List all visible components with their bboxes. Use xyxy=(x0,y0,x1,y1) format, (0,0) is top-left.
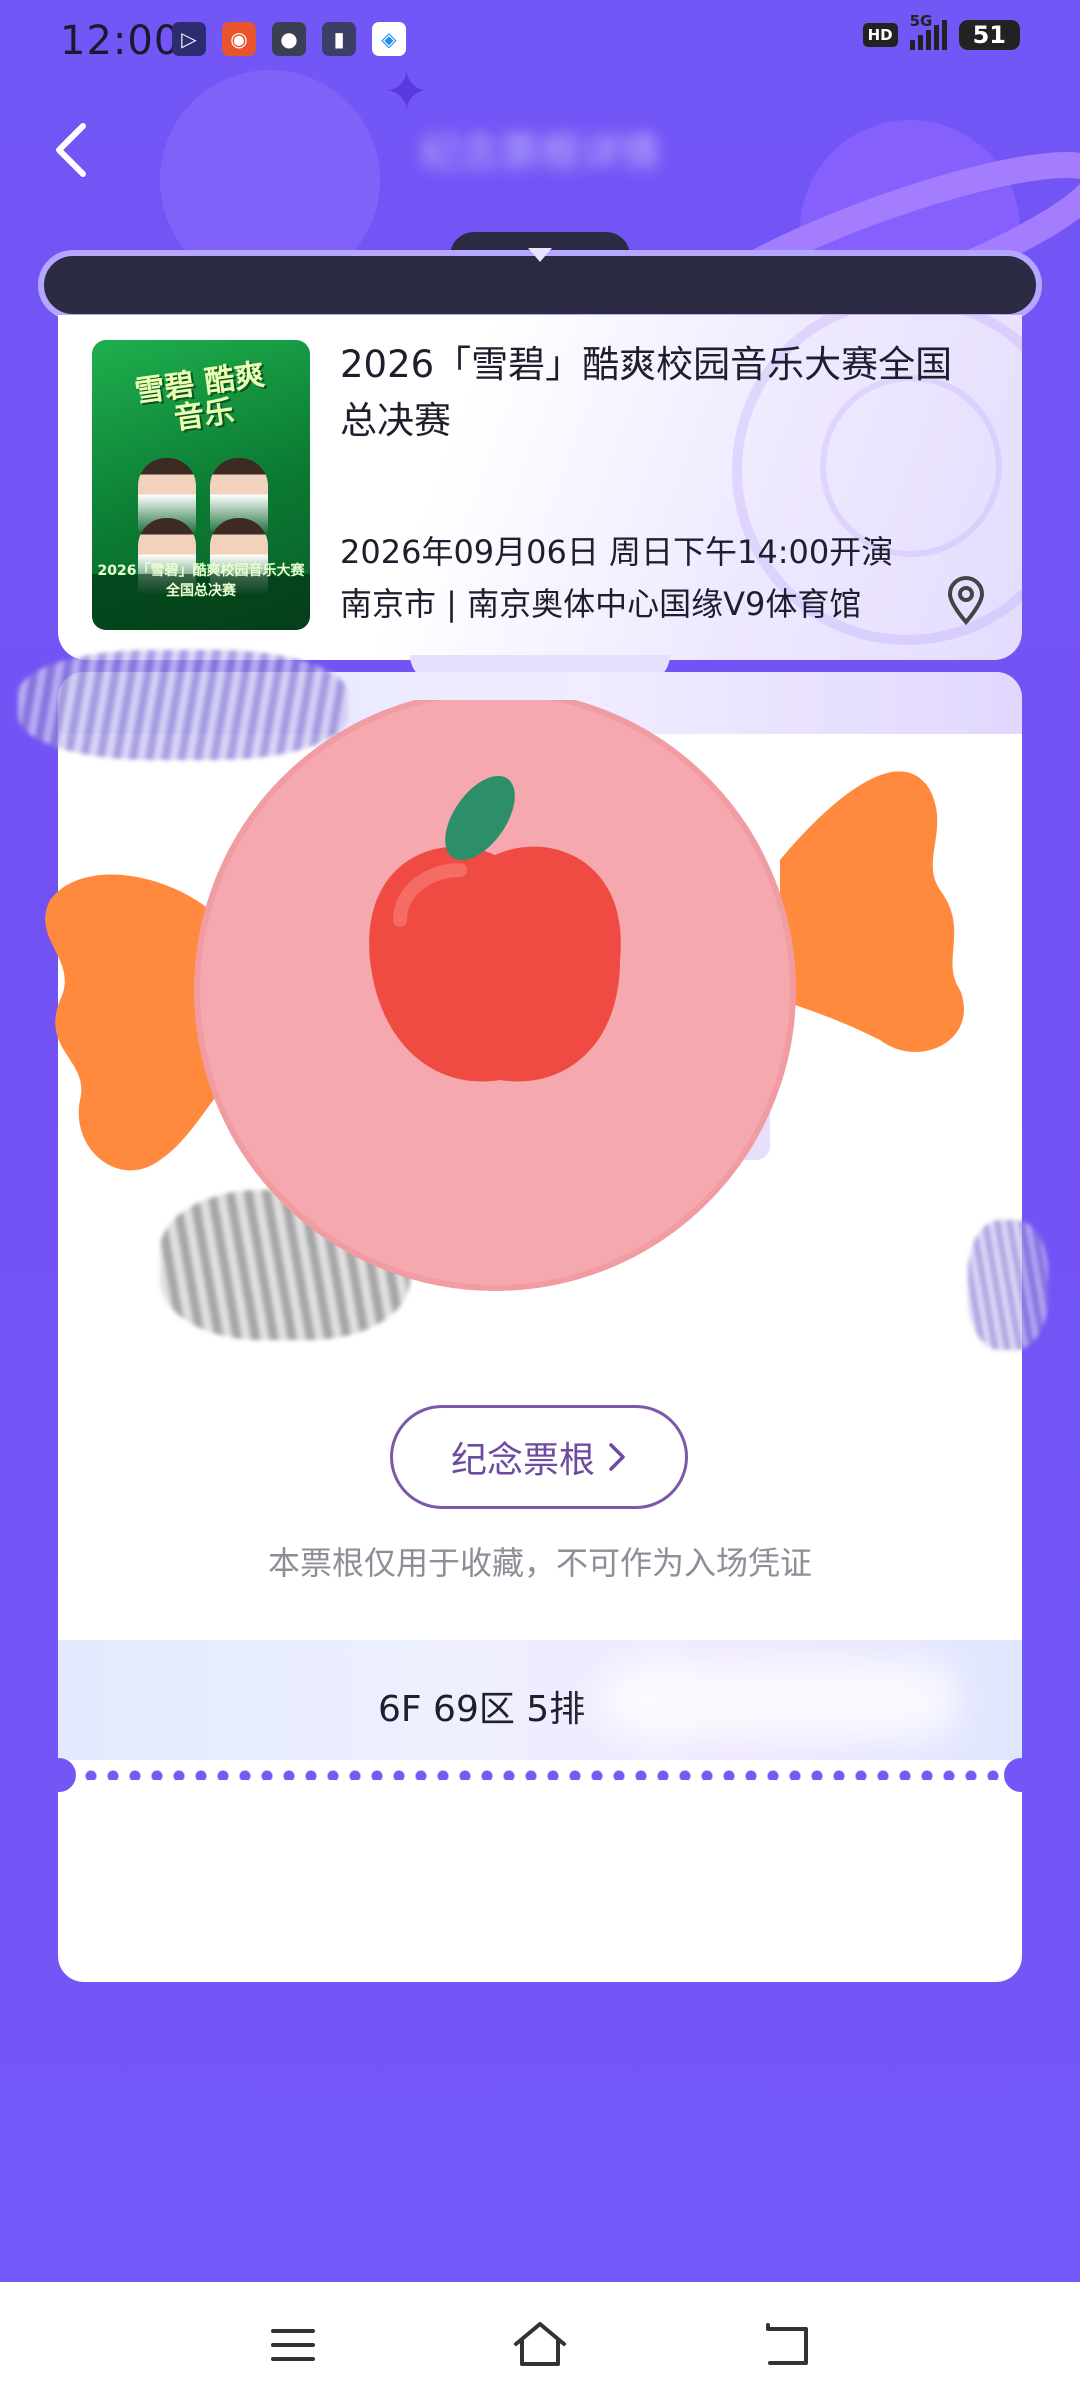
network-type: 5G xyxy=(909,12,933,30)
event-venue: 南京市 | 南京奥体中心国缘V9体育馆 xyxy=(340,585,862,623)
menu-icon xyxy=(271,2329,316,2361)
back-button[interactable] xyxy=(36,110,106,190)
status-app-icons: ▷ ◉ ● ▮ ◈ xyxy=(172,22,406,56)
system-nav-bar xyxy=(0,2282,1080,2408)
video-app-icon: ▷ xyxy=(172,22,206,56)
poster-caption: 2026「雪碧」酷爽校园音乐大赛 全国总决赛 xyxy=(97,563,305,599)
ticket-notch-left xyxy=(42,1758,76,1792)
menu-nav-button[interactable] xyxy=(253,2305,333,2385)
event-info-card[interactable]: 雪碧 酷爽音乐 2026「雪碧」酷爽校园音乐大赛 全国总决赛 2026「雪碧」酷… xyxy=(58,315,1022,660)
weibo-icon: ◉ xyxy=(222,22,256,56)
event-datetime: 2026年09月06日 周日下午14:00开演 xyxy=(340,533,894,571)
location-button[interactable] xyxy=(938,571,994,631)
signal-icon: 5G xyxy=(909,12,947,50)
brush-stroke-decoration xyxy=(968,1220,1048,1350)
home-icon xyxy=(513,2322,566,2366)
caret-down-icon xyxy=(528,248,552,262)
ticket-perforation xyxy=(58,1770,1022,1780)
back-arrow-icon xyxy=(765,2323,808,2365)
memorial-stub-button[interactable]: 纪念票根 xyxy=(390,1405,688,1509)
event-title: 2026「雪碧」酷爽校园音乐大赛全国总决赛 xyxy=(340,343,953,442)
status-time: 12:00 xyxy=(60,18,181,64)
status-bar: 12:00 ▷ ◉ ● ▮ ◈ HD 5G 51 xyxy=(0,0,1080,84)
battery-indicator: 51 xyxy=(958,20,1020,50)
stub-disclaimer: 本票根仅用于收藏，不可作为入场凭证 xyxy=(267,1544,812,1582)
chevron-left-icon xyxy=(56,123,86,177)
memorial-stub-label: 纪念票根 xyxy=(450,1440,595,1481)
seat-info-redaction xyxy=(600,1660,960,1740)
wechat-icon: ● xyxy=(272,22,306,56)
chevron-right-icon xyxy=(609,1443,625,1471)
page-title: 纪念票根详情 xyxy=(420,130,660,176)
status-indicators: HD 5G 51 xyxy=(862,12,1020,50)
hd-badge: HD xyxy=(862,23,898,47)
event-poster[interactable]: 雪碧 酷爽音乐 2026「雪碧」酷爽校园音乐大赛 全国总决赛 xyxy=(92,340,310,630)
back-nav-button[interactable] xyxy=(747,2305,827,2385)
seat-info: 6F 69区 5排 xyxy=(378,1689,586,1730)
ticket-notch-right xyxy=(1004,1758,1038,1792)
droplet-app-icon: ◈ xyxy=(372,22,406,56)
reader-app-icon: ▮ xyxy=(322,22,356,56)
location-pin-icon xyxy=(947,576,985,626)
home-nav-button[interactable] xyxy=(500,2305,580,2385)
poster-headline: 雪碧 酷爽音乐 xyxy=(132,357,267,437)
candy-artwork xyxy=(45,700,964,1291)
sparkle-icon: ✦ xyxy=(384,60,430,123)
